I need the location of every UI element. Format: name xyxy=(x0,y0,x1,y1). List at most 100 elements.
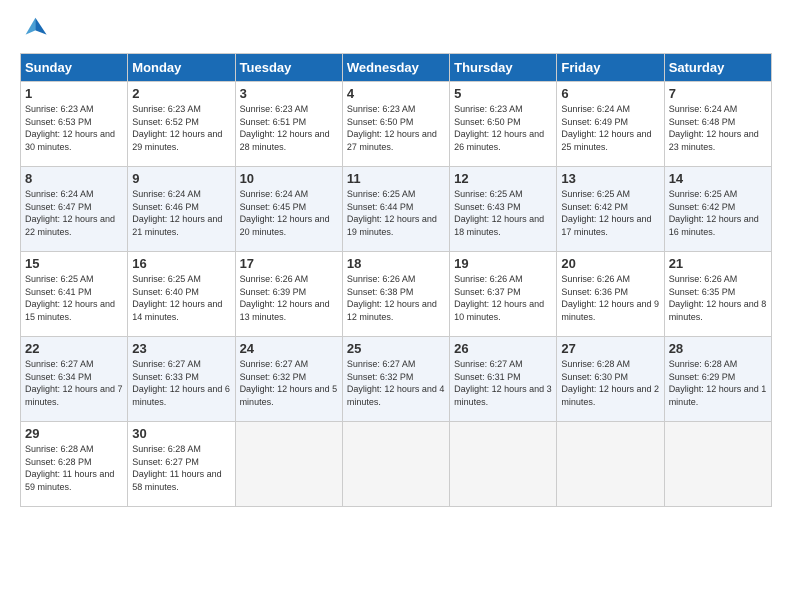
calendar: Sunday Monday Tuesday Wednesday Thursday… xyxy=(20,53,772,507)
day-info: Sunrise: 6:25 AMSunset: 6:44 PMDaylight:… xyxy=(347,188,445,238)
day-cell: 12 Sunrise: 6:25 AMSunset: 6:43 PMDayligh… xyxy=(450,167,557,252)
day-number: 1 xyxy=(25,86,123,101)
day-number: 27 xyxy=(561,341,659,356)
day-number: 9 xyxy=(132,171,230,186)
day-cell: 18 Sunrise: 6:26 AMSunset: 6:38 PMDayligh… xyxy=(342,252,449,337)
day-number: 2 xyxy=(132,86,230,101)
day-cell: 14 Sunrise: 6:25 AMSunset: 6:42 PMDayligh… xyxy=(664,167,771,252)
day-number: 29 xyxy=(25,426,123,441)
day-cell: 27 Sunrise: 6:28 AMSunset: 6:30 PMDayligh… xyxy=(557,337,664,422)
col-friday: Friday xyxy=(557,54,664,82)
day-info: Sunrise: 6:25 AMSunset: 6:43 PMDaylight:… xyxy=(454,188,552,238)
day-cell: 5 Sunrise: 6:23 AMSunset: 6:50 PMDaylight… xyxy=(450,82,557,167)
day-number: 6 xyxy=(561,86,659,101)
day-info: Sunrise: 6:24 AMSunset: 6:49 PMDaylight:… xyxy=(561,103,659,153)
day-number: 16 xyxy=(132,256,230,271)
day-number: 19 xyxy=(454,256,552,271)
day-cell: 28Sunrise: 6:28 AMSunset: 6:29 PMDayligh… xyxy=(664,337,771,422)
day-cell: 21 Sunrise: 6:26 AMSunset: 6:35 PMDayligh… xyxy=(664,252,771,337)
day-cell: 19 Sunrise: 6:26 AMSunset: 6:37 PMDayligh… xyxy=(450,252,557,337)
day-info: Sunrise: 6:26 AMSunset: 6:35 PMDaylight:… xyxy=(669,273,767,323)
day-cell: 24Sunrise: 6:27 AMSunset: 6:32 PMDayligh… xyxy=(235,337,342,422)
day-number: 17 xyxy=(240,256,338,271)
logo-icon xyxy=(20,15,48,43)
day-number: 14 xyxy=(669,171,767,186)
day-number: 12 xyxy=(454,171,552,186)
day-number: 23 xyxy=(132,341,230,356)
day-info: Sunrise: 6:25 AMSunset: 6:42 PMDaylight:… xyxy=(669,188,767,238)
day-number: 24 xyxy=(240,341,338,356)
day-info: Sunrise: 6:25 AMSunset: 6:42 PMDaylight:… xyxy=(561,188,659,238)
day-cell xyxy=(235,422,342,507)
day-info: Sunrise: 6:27 AMSunset: 6:31 PMDaylight:… xyxy=(454,358,552,408)
col-tuesday: Tuesday xyxy=(235,54,342,82)
week-row-1: 1 Sunrise: 6:23 AMSunset: 6:53 PMDaylight… xyxy=(21,82,772,167)
col-wednesday: Wednesday xyxy=(342,54,449,82)
day-number: 3 xyxy=(240,86,338,101)
header xyxy=(20,15,772,43)
day-cell: 9 Sunrise: 6:24 AMSunset: 6:46 PMDaylight… xyxy=(128,167,235,252)
day-cell: 26 Sunrise: 6:27 AMSunset: 6:31 PMDayligh… xyxy=(450,337,557,422)
day-info: Sunrise: 6:27 AMSunset: 6:33 PMDaylight:… xyxy=(132,358,230,408)
day-number: 13 xyxy=(561,171,659,186)
day-info: Sunrise: 6:23 AMSunset: 6:51 PMDaylight:… xyxy=(240,103,338,153)
day-number: 5 xyxy=(454,86,552,101)
day-cell xyxy=(557,422,664,507)
day-info: Sunrise: 6:23 AMSunset: 6:53 PMDaylight:… xyxy=(25,103,123,153)
day-cell: 11 Sunrise: 6:25 AMSunset: 6:44 PMDayligh… xyxy=(342,167,449,252)
day-number: 11 xyxy=(347,171,445,186)
day-info: Sunrise: 6:24 AMSunset: 6:48 PMDaylight:… xyxy=(669,103,767,153)
logo xyxy=(20,15,52,43)
day-info: Sunrise: 6:28 AMSunset: 6:28 PMDaylight:… xyxy=(25,443,123,493)
day-cell: 16 Sunrise: 6:25 AMSunset: 6:40 PMDayligh… xyxy=(128,252,235,337)
day-cell: 13 Sunrise: 6:25 AMSunset: 6:42 PMDayligh… xyxy=(557,167,664,252)
col-thursday: Thursday xyxy=(450,54,557,82)
day-cell: 4 Sunrise: 6:23 AMSunset: 6:50 PMDaylight… xyxy=(342,82,449,167)
week-row-3: 15 Sunrise: 6:25 AMSunset: 6:41 PMDayligh… xyxy=(21,252,772,337)
day-cell: 29 Sunrise: 6:28 AMSunset: 6:28 PMDayligh… xyxy=(21,422,128,507)
day-info: Sunrise: 6:26 AMSunset: 6:36 PMDaylight:… xyxy=(561,273,659,323)
day-info: Sunrise: 6:28 AMSunset: 6:27 PMDaylight:… xyxy=(132,443,230,493)
day-number: 26 xyxy=(454,341,552,356)
day-info: Sunrise: 6:26 AMSunset: 6:39 PMDaylight:… xyxy=(240,273,338,323)
day-cell: 8 Sunrise: 6:24 AMSunset: 6:47 PMDaylight… xyxy=(21,167,128,252)
day-number: 18 xyxy=(347,256,445,271)
day-cell xyxy=(450,422,557,507)
day-info: Sunrise: 6:28 AMSunset: 6:30 PMDaylight:… xyxy=(561,358,659,408)
day-number: 22 xyxy=(25,341,123,356)
day-cell: 1 Sunrise: 6:23 AMSunset: 6:53 PMDaylight… xyxy=(21,82,128,167)
day-info: Sunrise: 6:26 AMSunset: 6:37 PMDaylight:… xyxy=(454,273,552,323)
day-cell: 25 Sunrise: 6:27 AMSunset: 6:32 PMDayligh… xyxy=(342,337,449,422)
day-number: 25 xyxy=(347,341,445,356)
day-cell: 10Sunrise: 6:24 AMSunset: 6:45 PMDayligh… xyxy=(235,167,342,252)
day-number: 15 xyxy=(25,256,123,271)
day-info: Sunrise: 6:24 AMSunset: 6:45 PMDaylight:… xyxy=(240,188,338,238)
day-info: Sunrise: 6:23 AMSunset: 6:50 PMDaylight:… xyxy=(454,103,552,153)
day-cell: 22 Sunrise: 6:27 AMSunset: 6:34 PMDayligh… xyxy=(21,337,128,422)
day-cell: 6 Sunrise: 6:24 AMSunset: 6:49 PMDaylight… xyxy=(557,82,664,167)
day-cell: 30Sunrise: 6:28 AMSunset: 6:27 PMDayligh… xyxy=(128,422,235,507)
day-number: 20 xyxy=(561,256,659,271)
day-number: 8 xyxy=(25,171,123,186)
week-row-4: 22 Sunrise: 6:27 AMSunset: 6:34 PMDayligh… xyxy=(21,337,772,422)
day-info: Sunrise: 6:25 AMSunset: 6:40 PMDaylight:… xyxy=(132,273,230,323)
day-info: Sunrise: 6:23 AMSunset: 6:50 PMDaylight:… xyxy=(347,103,445,153)
day-info: Sunrise: 6:25 AMSunset: 6:41 PMDaylight:… xyxy=(25,273,123,323)
week-row-2: 8 Sunrise: 6:24 AMSunset: 6:47 PMDaylight… xyxy=(21,167,772,252)
col-saturday: Saturday xyxy=(664,54,771,82)
day-cell: 20 Sunrise: 6:26 AMSunset: 6:36 PMDayligh… xyxy=(557,252,664,337)
day-info: Sunrise: 6:26 AMSunset: 6:38 PMDaylight:… xyxy=(347,273,445,323)
day-number: 4 xyxy=(347,86,445,101)
day-number: 21 xyxy=(669,256,767,271)
day-info: Sunrise: 6:27 AMSunset: 6:32 PMDaylight:… xyxy=(347,358,445,408)
day-cell: 17 Sunrise: 6:26 AMSunset: 6:39 PMDayligh… xyxy=(235,252,342,337)
day-info: Sunrise: 6:27 AMSunset: 6:34 PMDaylight:… xyxy=(25,358,123,408)
col-monday: Monday xyxy=(128,54,235,82)
day-cell: 15 Sunrise: 6:25 AMSunset: 6:41 PMDayligh… xyxy=(21,252,128,337)
day-info: Sunrise: 6:28 AMSunset: 6:29 PMDaylight:… xyxy=(669,358,767,408)
day-info: Sunrise: 6:24 AMSunset: 6:47 PMDaylight:… xyxy=(25,188,123,238)
day-cell: 23 Sunrise: 6:27 AMSunset: 6:33 PMDayligh… xyxy=(128,337,235,422)
col-sunday: Sunday xyxy=(21,54,128,82)
day-info: Sunrise: 6:24 AMSunset: 6:46 PMDaylight:… xyxy=(132,188,230,238)
day-info: Sunrise: 6:23 AMSunset: 6:52 PMDaylight:… xyxy=(132,103,230,153)
